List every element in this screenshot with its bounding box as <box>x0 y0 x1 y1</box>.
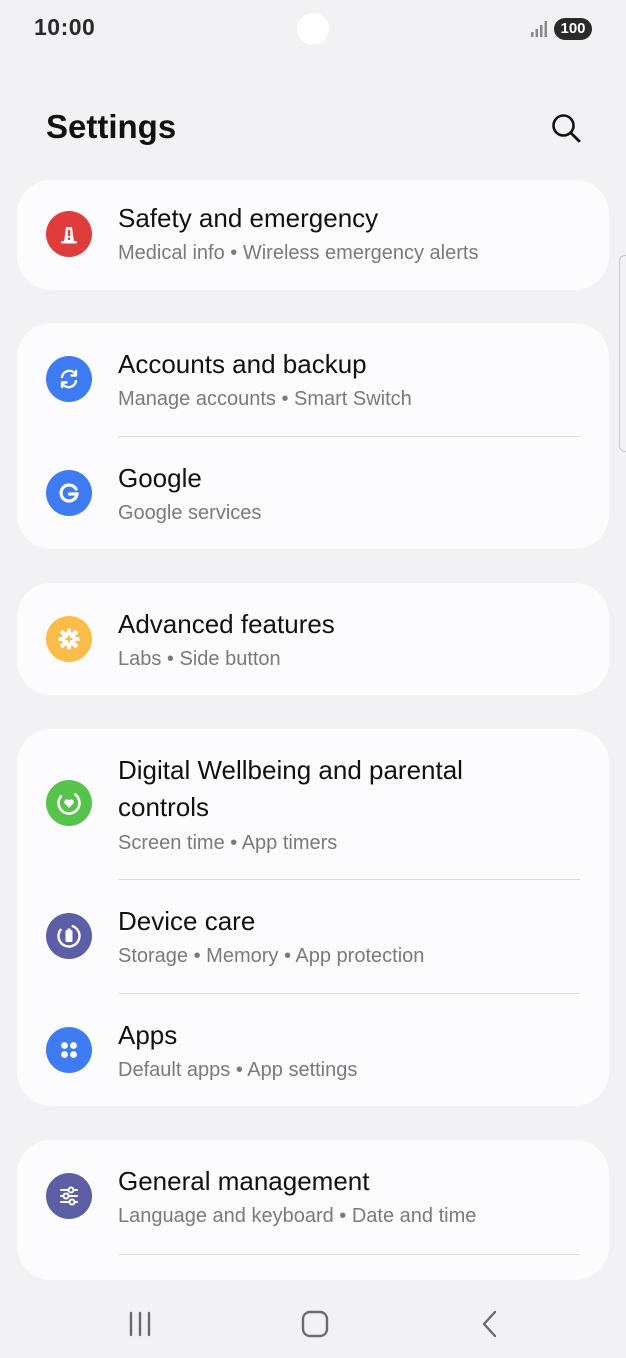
home-icon <box>301 1310 329 1338</box>
sliders-icon <box>46 1173 92 1219</box>
settings-item-advanced-features[interactable]: Advanced features Labs • Side button <box>17 583 609 695</box>
battery-indicator: 100 <box>554 18 592 40</box>
home-button[interactable] <box>287 1304 343 1344</box>
item-title: Accounts and backup <box>118 349 367 379</box>
back-button[interactable] <box>462 1304 518 1344</box>
scrollbar[interactable] <box>619 255 626 452</box>
google-icon <box>46 470 92 516</box>
item-subtitle: Screen time • App timers <box>118 832 338 854</box>
item-title: Apps <box>118 1020 178 1050</box>
card-device: Digital Wellbeing and parental controls … <box>17 729 609 1106</box>
camera-cutout <box>297 13 329 45</box>
item-subtitle: Manage accounts • Smart Switch <box>118 388 412 410</box>
item-subtitle: Storage • Memory • App protection <box>118 945 425 967</box>
item-title: Advanced features <box>118 609 335 639</box>
recents-icon <box>129 1311 151 1337</box>
card-general: General management Language and keyboard… <box>17 1140 609 1280</box>
settings-item-google[interactable]: Google Google services <box>17 437 609 549</box>
settings-item-device-care[interactable]: Device care Storage • Memory • App prote… <box>17 880 609 993</box>
search-icon <box>552 114 581 143</box>
divider <box>118 1254 580 1255</box>
card-accounts: Accounts and backup Manage accounts • Sm… <box>17 323 609 549</box>
navigation-bar <box>0 1290 626 1358</box>
settings-item-digital-wellbeing[interactable]: Digital Wellbeing and parental controls … <box>17 729 609 879</box>
item-title: Safety and emergency <box>118 203 379 233</box>
status-time: 10:00 <box>34 14 96 40</box>
search-button[interactable] <box>546 108 586 148</box>
settings-item-general-management[interactable]: General management Language and keyboard… <box>17 1140 609 1254</box>
settings-item-accounts[interactable]: Accounts and backup Manage accounts • Sm… <box>17 323 609 436</box>
status-bar: 10:00 100 <box>0 0 626 60</box>
item-subtitle: Default apps • App settings <box>118 1059 358 1081</box>
item-subtitle: Language and keyboard • Date and time <box>118 1205 477 1227</box>
settings-item-apps[interactable]: Apps Default apps • App settings <box>17 994 609 1106</box>
item-subtitle: Labs • Side button <box>118 648 281 670</box>
signal-icon <box>531 21 547 37</box>
settings-item-safety[interactable]: Safety and emergency Medical info • Wire… <box>17 180 609 290</box>
alert-icon <box>46 211 92 257</box>
card-advanced: Advanced features Labs • Side button <box>17 583 609 695</box>
gear-plus-icon <box>46 616 92 662</box>
recents-button[interactable] <box>112 1304 168 1344</box>
item-subtitle: Medical info • Wireless emergency alerts <box>118 242 479 264</box>
card-safety: Safety and emergency Medical info • Wire… <box>17 180 609 290</box>
item-title: Digital Wellbeing and parental controls <box>118 755 463 822</box>
back-icon <box>482 1310 497 1338</box>
page-title: Settings <box>46 108 177 145</box>
item-title: Google <box>118 463 202 493</box>
phone-screen: 10:00 100 Settings Safety and emergency … <box>0 0 626 1358</box>
item-title: Device care <box>118 906 256 936</box>
heart-ring-icon <box>46 780 92 826</box>
item-subtitle: Google services <box>118 502 262 524</box>
dots-grid-icon <box>46 1027 92 1073</box>
item-title: General management <box>118 1166 370 1196</box>
sync-icon <box>46 356 92 402</box>
battery-ring-icon <box>46 913 92 959</box>
